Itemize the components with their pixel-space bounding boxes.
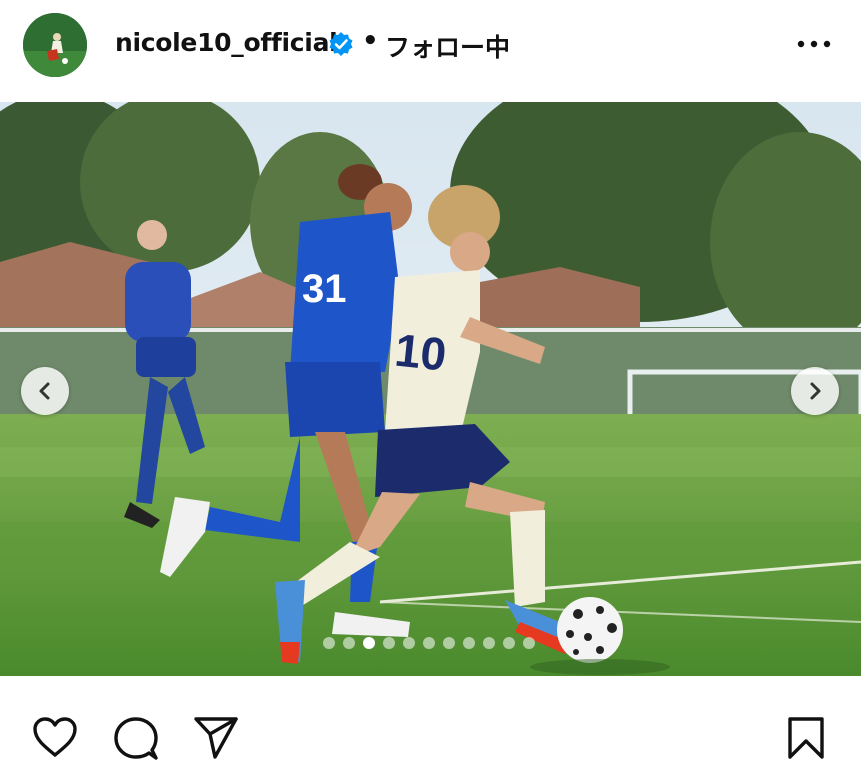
soccer-match-photo: 31 10: [0, 102, 861, 676]
carousel-dot: [323, 637, 335, 649]
svg-text:10: 10: [392, 324, 448, 381]
carousel-dot: [443, 637, 455, 649]
carousel-dot: [423, 637, 435, 649]
paper-plane-icon[interactable]: [193, 716, 239, 760]
bookmark-icon[interactable]: [786, 716, 826, 760]
carousel-dot: [363, 637, 375, 649]
heart-icon[interactable]: [32, 716, 78, 758]
carousel-prev-button[interactable]: [21, 367, 69, 415]
follow-status-button[interactable]: フォロー中: [385, 28, 510, 64]
carousel-indicator: [323, 637, 535, 649]
comment-bubble-icon[interactable]: [113, 716, 159, 762]
carousel-next-button[interactable]: [791, 367, 839, 415]
carousel-dot: [403, 637, 415, 649]
chevron-right-icon: [810, 382, 821, 400]
post-photo[interactable]: 31 10: [0, 102, 861, 676]
carousel-dot: [483, 637, 495, 649]
post-header: nicole10_official • フォロー中: [0, 0, 861, 102]
carousel-dot: [383, 637, 395, 649]
chevron-left-icon: [39, 382, 50, 400]
verified-badge-icon: [329, 32, 353, 56]
carousel-dot: [343, 637, 355, 649]
carousel-dot: [503, 637, 515, 649]
carousel-dot: [463, 637, 475, 649]
username[interactable]: nicole10_official: [115, 28, 338, 57]
avatar[interactable]: [23, 13, 87, 77]
more-options-icon[interactable]: [795, 32, 833, 56]
separator: •: [362, 26, 379, 56]
action-bar: [0, 676, 861, 776]
svg-text:31: 31: [302, 267, 347, 311]
carousel-dot: [523, 637, 535, 649]
